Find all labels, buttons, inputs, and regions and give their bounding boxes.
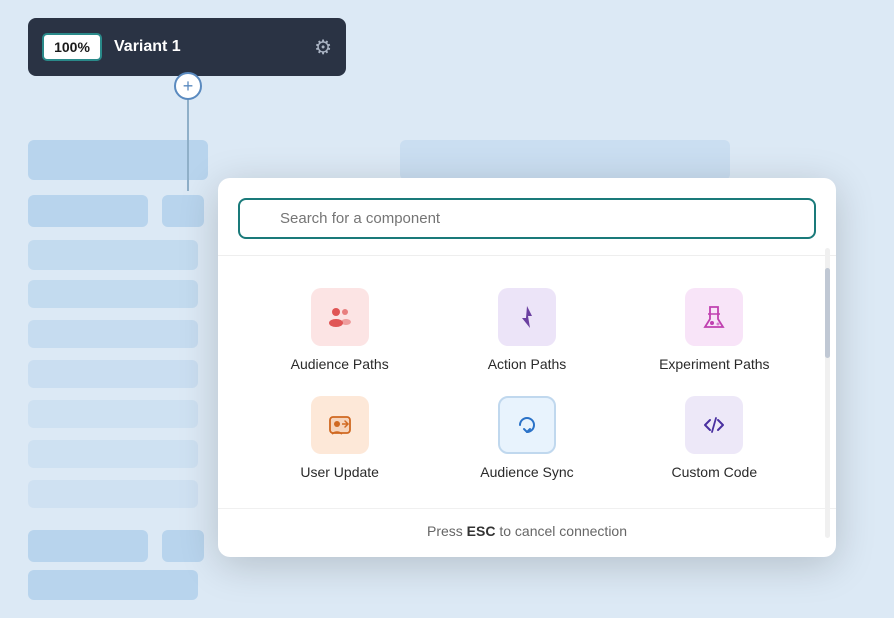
variant-label: Variant 1 [114,38,302,56]
audience-sync-label: Audience Sync [480,464,573,480]
variant-percentage: 100% [42,33,102,61]
bg-block-7 [28,570,198,600]
component-picker-modal: Audience Paths Action Paths Experimen [218,178,836,557]
variant-bar: 100% Variant 1 ⚙ [28,18,346,76]
audience-paths-icon-wrap [311,288,369,346]
bg-block-6 [162,530,204,562]
component-item-user-update[interactable]: User Update [250,388,429,488]
audience-paths-icon [325,302,355,332]
footer-text-pre: Press [427,523,467,539]
component-item-experiment-paths[interactable]: Experiment Paths [625,280,804,380]
bg-block-4 [162,195,204,227]
component-item-custom-code[interactable]: Custom Code [625,388,804,488]
action-paths-icon-wrap [498,288,556,346]
bg-block-10 [28,320,198,348]
bg-block-9 [28,280,198,308]
action-paths-label: Action Paths [488,356,567,372]
add-component-button[interactable]: + [174,72,202,100]
bg-block-3 [28,195,148,227]
components-grid: Audience Paths Action Paths Experimen [218,256,836,508]
bg-block-14 [28,480,198,508]
search-wrapper [238,198,816,239]
action-paths-icon [512,302,542,332]
bg-block-1 [28,140,208,180]
bg-block-2 [400,140,730,180]
user-update-icon-wrap [311,396,369,454]
custom-code-icon-wrap [685,396,743,454]
settings-icon[interactable]: ⚙ [314,35,332,60]
experiment-paths-icon [699,302,729,332]
audience-paths-label: Audience Paths [291,356,389,372]
custom-code-label: Custom Code [672,464,758,480]
footer-text-post: to cancel connection [495,523,627,539]
user-update-icon [325,410,355,440]
search-section [218,178,836,256]
custom-code-icon [699,410,729,440]
footer-esc-key: ESC [467,523,496,539]
experiment-paths-icon-wrap [685,288,743,346]
bg-block-13 [28,440,198,468]
bg-block-5 [28,530,148,562]
audience-sync-icon [512,410,542,440]
audience-sync-icon-wrap [498,396,556,454]
experiment-paths-label: Experiment Paths [659,356,770,372]
picker-footer: Press ESC to cancel connection [218,508,836,557]
scrollbar-track[interactable] [825,248,830,538]
bg-block-8 [28,240,198,270]
component-item-audience-sync[interactable]: Audience Sync [437,388,616,488]
component-item-action-paths[interactable]: Action Paths [437,280,616,380]
bg-block-11 [28,360,198,388]
component-item-audience-paths[interactable]: Audience Paths [250,280,429,380]
bg-block-12 [28,400,198,428]
search-input[interactable] [238,198,816,239]
scrollbar-thumb[interactable] [825,268,830,358]
user-update-label: User Update [300,464,379,480]
